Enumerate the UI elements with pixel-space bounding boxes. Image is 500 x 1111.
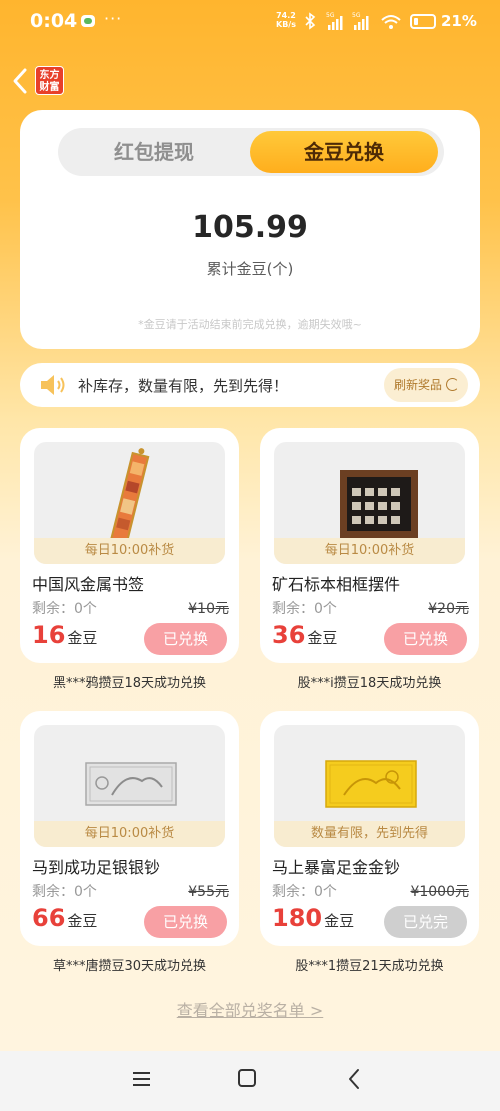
tab-gold-bean-exchange[interactable]: 金豆兑换 [250,131,438,173]
exchanged-button[interactable]: 已兑换 [384,623,467,655]
restock-label: 每日10:00补货 [274,538,465,564]
battery-percent: 21% [441,12,477,30]
product-name: 中国风金属书签 [32,575,145,594]
bean-price: 180 金豆 [272,904,355,932]
original-price: ¥20元 [428,601,469,617]
brand-logo: 东方 财富 [35,66,64,95]
sold-out-button[interactable]: 已兑完 [384,906,467,938]
beans-balance: 105.99 [192,210,308,245]
product-name: 马上暴富足金金钞 [272,858,401,877]
winner-text: 股***i攒豆18天成功兑换 [297,676,442,691]
status-bar: 0:04 ··· 74.2 KB/s 5G 5G 21% [0,0,500,46]
winner-text: 股***1攒豆21天成功兑换 [295,959,444,974]
bean-price: 36 金豆 [272,621,338,649]
more-notifications-icon: ··· [104,9,123,28]
original-price: ¥10元 [188,601,229,617]
product-card[interactable]: 每日10:00补货 中国风金属书签 剩余：0个 ¥10元 16 金豆 已兑换 [20,428,239,663]
status-time: 0:04 [30,10,78,32]
svg-text:5G: 5G [352,12,361,19]
stock-remaining: 剩余：0个 [32,884,97,900]
restock-label: 每日10:00补货 [34,538,225,564]
product-name: 马到成功足银银钞 [32,858,161,877]
back-arrow-icon[interactable] [8,66,34,96]
menu-icon[interactable] [133,1071,150,1087]
svg-text:5G: 5G [326,12,335,19]
product-name: 矿石标本相框摆件 [272,575,401,594]
refresh-label: 刷新奖品 [394,378,443,392]
beans-label: 累计金豆(个) [206,260,294,278]
nav-back-icon[interactable] [347,1068,361,1090]
winner-text: 黑***鸦攒豆18天成功兑换 [52,676,207,691]
bean-price: 16 金豆 [32,621,98,649]
notice-bar: 补库存，数量有限，先到先得！ 刷新奖品 [20,363,480,407]
product-card[interactable]: 每日10:00补货 马到成功足银银钞 剩余：0个 ¥55元 66 金豆 已兑换 [20,711,239,946]
wechat-notification-icon [81,15,95,27]
winner-text: 草***唐攒豆30天成功兑换 [52,959,207,974]
tab-red-packet-withdraw[interactable]: 红包提现 [58,128,250,176]
restock-label: 数量有限，先到先得 [274,821,465,847]
system-nav-bar [0,1051,500,1111]
tab-switcher: 红包提现 金豆兑换 [58,128,444,176]
speaker-icon [41,375,65,395]
product-card[interactable]: 每日10:00补货 矿石标本相框摆件 剩余：0个 ¥20元 36 金豆 已兑换 [260,428,479,663]
view-all-winners-link[interactable]: 查看全部兑奖名单 > [0,997,500,1021]
original-price: ¥1000元 [410,884,469,900]
exchanged-button[interactable]: 已兑换 [144,623,227,655]
refresh-prizes-button[interactable]: 刷新奖品 [384,368,468,402]
stock-remaining: 剩余：0个 [272,601,337,617]
notice-text: 补库存，数量有限，先到先得！ [78,377,289,395]
restock-label: 每日10:00补货 [34,821,225,847]
battery-icon [410,14,436,29]
bean-price: 66 金豆 [32,904,98,932]
refresh-icon [446,378,459,391]
signal-wifi-icons: 5G 5G [305,12,401,30]
expiry-note: *金豆请于活动结束前完成兑换，逾期失效哦~ [138,318,362,331]
original-price: ¥55元 [188,884,229,900]
exchanged-button[interactable]: 已兑换 [144,906,227,938]
network-speed: 74.2 KB/s [276,11,296,29]
home-icon[interactable] [238,1069,256,1087]
beans-card: 红包提现 金豆兑换 105.99 累计金豆(个) *金豆请于活动结束前完成兑换，… [20,110,480,349]
stock-remaining: 剩余：0个 [32,601,97,617]
stock-remaining: 剩余：0个 [272,884,337,900]
product-card[interactable]: 数量有限，先到先得 马上暴富足金金钞 剩余：0个 ¥1000元 180 金豆 已兑… [260,711,479,946]
